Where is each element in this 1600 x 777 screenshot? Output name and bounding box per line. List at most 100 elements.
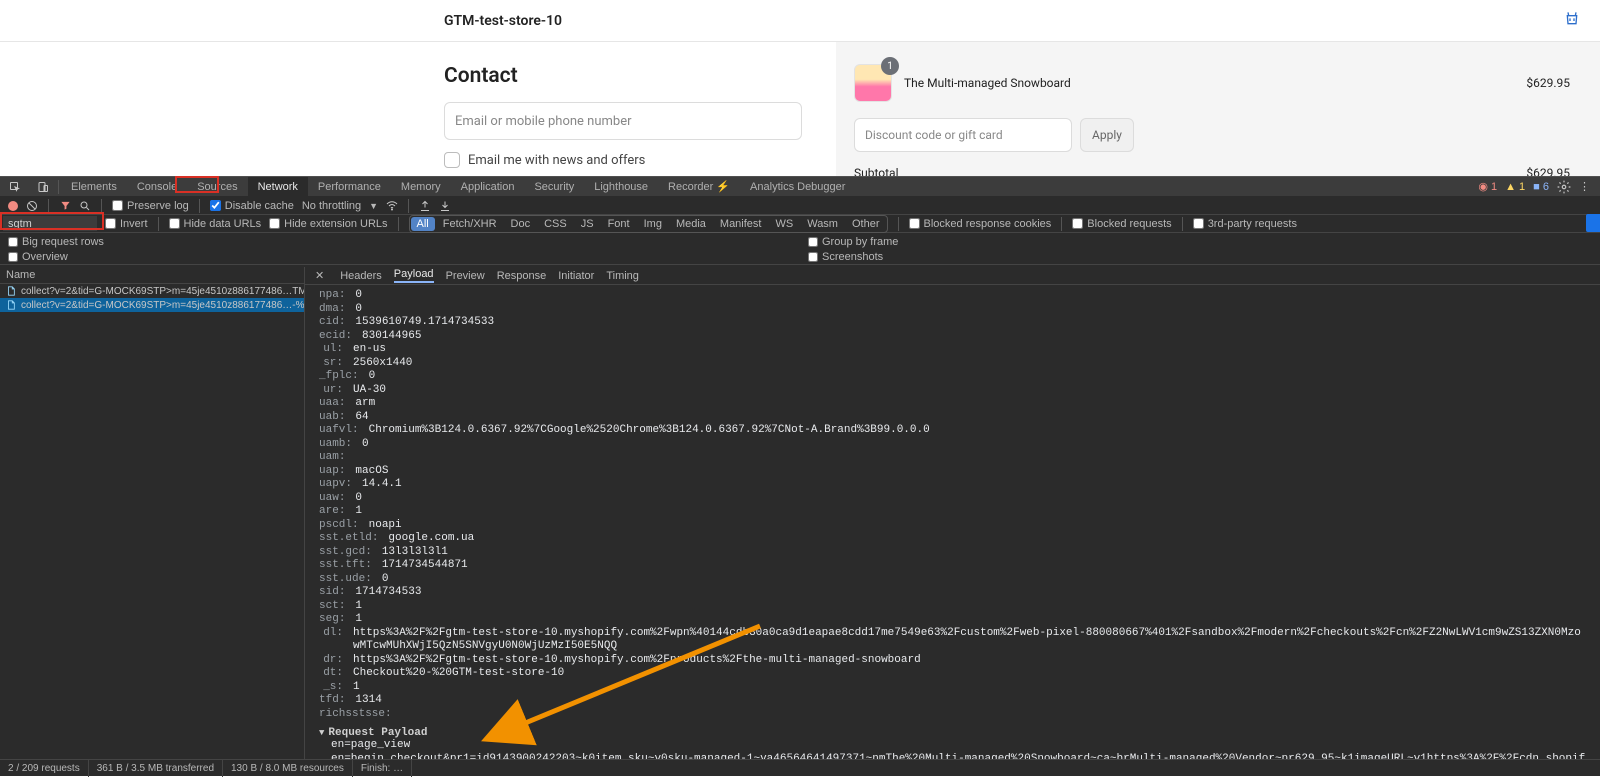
devtools-tab-network[interactable]: Network <box>248 177 308 197</box>
payload-param: dtCheckout%20-%20GTM-test-store-10 <box>319 667 1586 681</box>
payload-param: sst.ude0 <box>319 573 1586 587</box>
group-frame-checkbox[interactable]: Group by frame <box>808 234 1592 249</box>
filter-pill-media[interactable]: Media <box>670 217 712 231</box>
invert-checkbox[interactable]: Invert <box>105 218 148 230</box>
more-icon[interactable]: ⋮ <box>1579 180 1590 193</box>
big-rows-checkbox[interactable]: Big request rows <box>8 234 792 249</box>
screenshots-checkbox[interactable]: Screenshots <box>808 249 1592 264</box>
discount-row: Discount code or gift card Apply <box>854 118 1600 152</box>
blocked-reqs-checkbox[interactable]: Blocked requests <box>1072 218 1171 230</box>
detail-tab-initiator[interactable]: Initiator <box>558 270 594 282</box>
close-icon[interactable]: ✕ <box>315 269 324 282</box>
throttling-select[interactable]: No throttling <box>302 200 361 212</box>
overview-checkbox[interactable]: Overview <box>8 249 792 264</box>
cart-icon[interactable] <box>1564 11 1580 31</box>
payload-param: dlhttps%3A%2F%2Fgtm-test-store-10.myshop… <box>319 627 1586 654</box>
filter-pill-js[interactable]: JS <box>575 217 600 231</box>
statusbar-resources: 130 B / 8.0 MB resources <box>223 760 353 777</box>
request-payload-line: en=page_view <box>319 739 1586 753</box>
store-header: GTM-test-store-10 <box>0 0 1600 42</box>
request-row[interactable]: collect?v=2&tid=G-MOCK69STP>m=45je4510z8… <box>0 284 304 298</box>
filter-pill-css[interactable]: CSS <box>538 217 573 231</box>
filter-pill-other[interactable]: Other <box>846 217 886 231</box>
payload-param: uab64 <box>319 411 1586 425</box>
warning-count[interactable]: ▲ 1 <box>1505 181 1525 193</box>
qty-badge: 1 <box>881 57 899 75</box>
filter-pill-img[interactable]: Img <box>638 217 668 231</box>
download-icon[interactable] <box>439 200 451 212</box>
news-label: Email me with news and offers <box>468 153 645 168</box>
chevron-down-icon: ▼ <box>369 201 378 211</box>
filter-icon[interactable] <box>59 200 71 212</box>
detail-tabs: ✕ Headers Payload Preview Response Initiator… <box>305 267 1600 285</box>
devtools-tab-sources[interactable]: Sources <box>187 177 247 197</box>
device-icon[interactable] <box>36 180 50 194</box>
detail-tab-payload[interactable]: Payload <box>394 268 434 283</box>
devtools-tab-elements[interactable]: Elements <box>61 177 127 197</box>
news-checkbox[interactable]: Email me with news and offers <box>444 152 836 168</box>
payload-param: cid1539610749.1714734533 <box>319 316 1586 330</box>
devtools-status: ◉ 1 ▲ 1 ■ 6 ⋮ <box>1478 180 1590 194</box>
devtools-tab-application[interactable]: Application <box>451 177 525 197</box>
devtools-tab-security[interactable]: Security <box>524 177 584 197</box>
request-payload-header[interactable]: Request Payload <box>319 727 1586 739</box>
cart-item: 1 The Multi-managed Snowboard $629.95 <box>854 64 1600 102</box>
detail-tab-headers[interactable]: Headers <box>340 270 382 282</box>
blocked-cookies-checkbox[interactable]: Blocked response cookies <box>909 218 1052 230</box>
search-icon[interactable] <box>79 200 91 212</box>
devtools-tab-recorder-[interactable]: Recorder ⚡ <box>658 177 740 197</box>
detail-tab-response[interactable]: Response <box>497 270 547 282</box>
preserve-log-checkbox[interactable]: Preserve log <box>112 200 189 212</box>
discount-input[interactable]: Discount code or gift card <box>854 118 1072 152</box>
statusbar-transferred: 361 B / 3.5 MB transferred <box>89 760 223 777</box>
request-list-header[interactable]: Name <box>0 267 304 284</box>
disable-cache-checkbox[interactable]: Disable cache <box>210 200 294 212</box>
info-count[interactable]: ■ 6 <box>1533 181 1549 193</box>
filter-pill-doc[interactable]: Doc <box>505 217 537 231</box>
inspect-icon[interactable] <box>8 180 22 194</box>
filter-pill-ws[interactable]: WS <box>769 217 799 231</box>
filter-input[interactable] <box>3 216 97 231</box>
payload-param: sid1714734533 <box>319 586 1586 600</box>
product-name: The Multi-managed Snowboard <box>904 76 1514 90</box>
payload-body[interactable]: npa0dma0cid1539610749.1714734533ecid8301… <box>305 285 1600 759</box>
record-icon[interactable] <box>8 201 18 211</box>
payload-param: pscdlnoapi <box>319 519 1586 533</box>
hide-ext-checkbox[interactable]: Hide extension URLs <box>269 218 387 230</box>
statusbar-requests: 2 / 209 requests <box>0 760 89 777</box>
payload-param: sst.tft1714734544871 <box>319 559 1586 573</box>
network-filterbar: Invert Hide data URLs Hide extension URL… <box>0 215 1600 233</box>
filter-pill-all[interactable]: All <box>411 217 435 231</box>
payload-param: _fplc0 <box>319 370 1586 384</box>
filter-pill-font[interactable]: Font <box>602 217 636 231</box>
product-price: $629.95 <box>1526 76 1600 90</box>
apply-button[interactable]: Apply <box>1080 118 1134 152</box>
devtools-tab-memory[interactable]: Memory <box>391 177 451 197</box>
gear-icon[interactable] <box>1557 180 1571 194</box>
filter-pill-manifest[interactable]: Manifest <box>714 217 768 231</box>
payload-param: sst.gcd13l3l3l3l1 <box>319 546 1586 560</box>
clear-icon[interactable] <box>26 200 38 212</box>
devtools-tab-performance[interactable]: Performance <box>308 177 391 197</box>
hide-data-checkbox[interactable]: Hide data URLs <box>169 218 262 230</box>
wifi-icon[interactable] <box>386 200 398 212</box>
devtools-drawer-toggle[interactable] <box>1586 214 1600 232</box>
filter-pill-wasm[interactable]: Wasm <box>801 217 844 231</box>
detail-tab-preview[interactable]: Preview <box>446 270 485 282</box>
detail-tab-timing[interactable]: Timing <box>606 270 639 282</box>
payload-param: seg1 <box>319 613 1586 627</box>
devtools-tab-analytics-debugger[interactable]: Analytics Debugger <box>740 177 855 197</box>
request-list: Name collect?v=2&tid=G-MOCK69STP>m=45je4… <box>0 267 305 759</box>
third-party-checkbox[interactable]: 3rd-party requests <box>1193 218 1297 230</box>
request-row[interactable]: collect?v=2&tid=G-MOCK69STP>m=45je4510z8… <box>0 298 304 312</box>
upload-icon[interactable] <box>419 200 431 212</box>
filter-pill-fetch-xhr[interactable]: Fetch/XHR <box>437 217 503 231</box>
email-field[interactable]: Email or mobile phone number <box>444 102 802 140</box>
payload-param: sr2560x1440 <box>319 357 1586 371</box>
devtools-tab-console[interactable]: Console <box>127 177 187 197</box>
payload-param: uaw0 <box>319 492 1586 506</box>
devtools-tab-lighthouse[interactable]: Lighthouse <box>584 177 658 197</box>
error-count[interactable]: ◉ 1 <box>1478 180 1497 193</box>
payload-param: uafvlChromium%3B124.0.6367.92%7CGoogle%2… <box>319 424 1586 438</box>
payload-param: uamb0 <box>319 438 1586 452</box>
